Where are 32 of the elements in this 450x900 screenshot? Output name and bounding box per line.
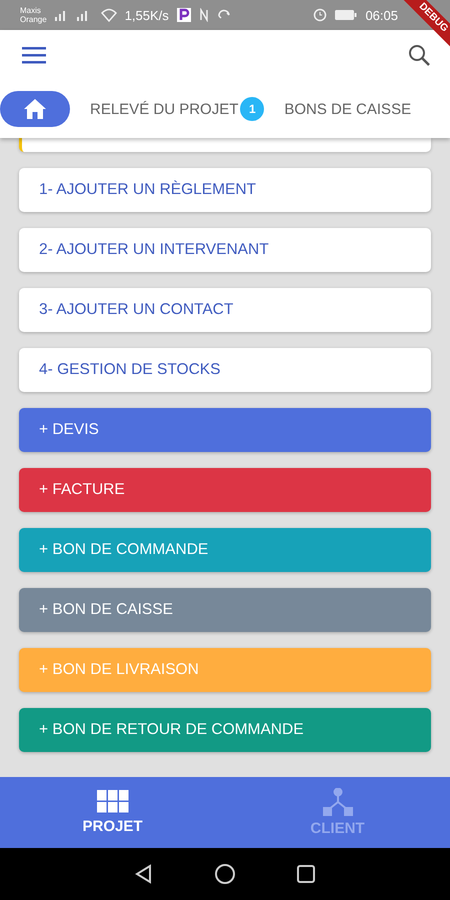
nav-item[interactable]: PROJET: [0, 777, 225, 848]
tab[interactable]: RELEVÉ DU PROJET 1: [90, 97, 264, 121]
count-badge: 1: [240, 97, 264, 121]
action-button[interactable]: + BON DE RETOUR DE COMMANDE: [19, 708, 431, 752]
network-speed: 1,55K/s: [124, 8, 169, 22]
carrier-name: Maxis: [20, 6, 42, 15]
recents-icon[interactable]: [296, 864, 316, 884]
grid-icon: [96, 790, 128, 814]
clock-time: 06:05: [365, 8, 398, 22]
carrier-name: Orange: [20, 15, 47, 24]
alarm-icon: [313, 8, 328, 22]
home-icon[interactable]: [214, 863, 236, 885]
wifi-icon: [100, 8, 117, 22]
home-tab[interactable]: [0, 91, 70, 127]
action-button[interactable]: 1- AJOUTER UN RÈGLEMENT: [19, 168, 431, 212]
home-icon: [23, 98, 47, 120]
app-icon: [176, 8, 191, 22]
action-button[interactable]: 4- GESTION DE STOCKS: [19, 348, 431, 392]
nfc-icon: [198, 8, 209, 22]
action-button[interactable]: + FACTURE: [19, 468, 431, 512]
action-button[interactable]: + DEVIS: [19, 408, 431, 452]
network-icon: [322, 788, 354, 816]
battery-icon: [335, 9, 358, 21]
action-button[interactable]: + BON DE COMMANDE: [19, 528, 431, 572]
back-icon[interactable]: [134, 864, 154, 884]
action-button[interactable]: 3- AJOUTER UN CONTACT: [19, 288, 431, 332]
action-button[interactable]: + BON DE CAISSE: [19, 588, 431, 632]
action-button[interactable]: 2- AJOUTER UN INTERVENANT: [19, 228, 431, 272]
menu-icon[interactable]: [22, 46, 46, 64]
tab[interactable]: BONS DE CAISSE: [284, 100, 412, 118]
search-icon[interactable]: [408, 44, 430, 66]
sync-icon: [216, 9, 231, 21]
